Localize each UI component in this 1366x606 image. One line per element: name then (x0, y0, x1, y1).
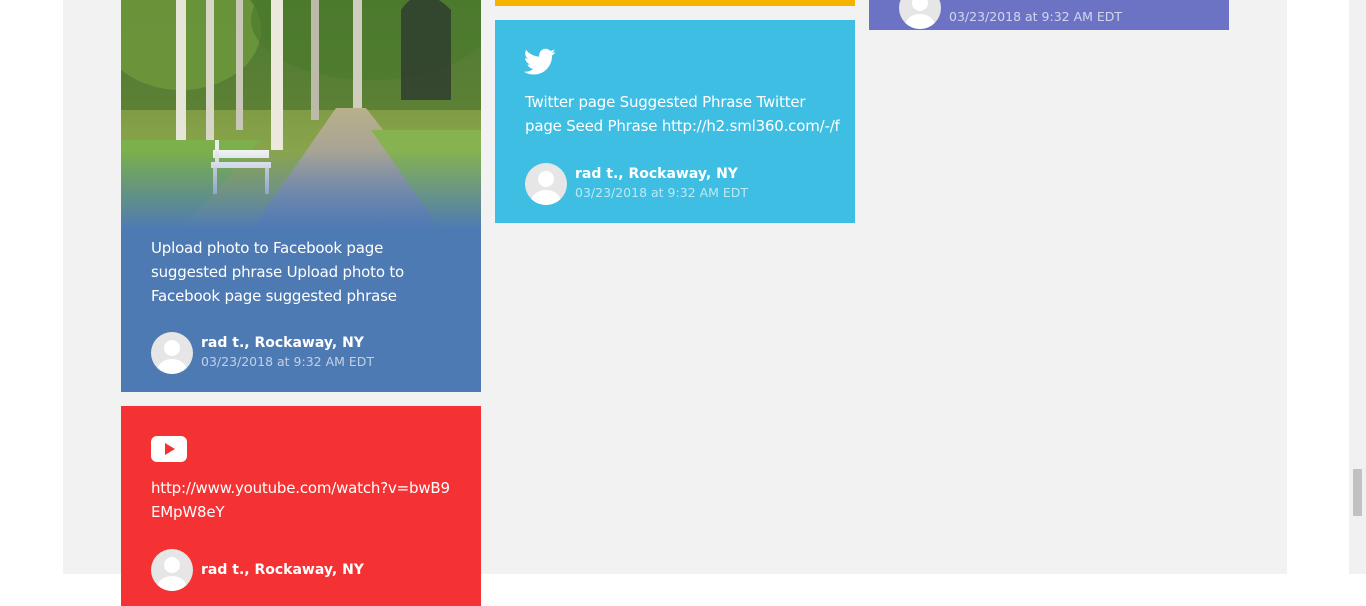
park-photo-image (121, 0, 481, 230)
post-timestamp: 03/23/2018 at 9:32 AM EDT (575, 185, 749, 200)
social-post-card-youtube[interactable]: http://www.youtube.com/watch?v=bwB9EMpW8… (121, 406, 481, 606)
post-author: 03/23/2018 at 9:32 AM EDT (899, 0, 1122, 29)
post-author: rad t., Rockaway, NY (151, 549, 364, 591)
social-post-card-yellow[interactable] (495, 0, 855, 6)
scrollbar-thumb[interactable] (1353, 469, 1362, 516)
avatar (151, 332, 193, 374)
post-text: Twitter page Suggested Phrase Twitter pa… (525, 93, 840, 135)
social-post-card-photo[interactable]: Upload photo to Facebook page suggested … (121, 0, 481, 392)
avatar (151, 549, 193, 591)
post-photo[interactable] (121, 0, 481, 230)
author-name (949, 0, 1122, 7)
author-name: rad t., Rockaway, NY (201, 562, 364, 578)
page-scrollbar[interactable] (1349, 0, 1366, 574)
post-text: http://www.youtube.com/watch?v=bwB9EMpW8… (151, 479, 450, 521)
post-timestamp: 03/23/2018 at 9:32 AM EDT (201, 354, 375, 369)
social-post-card-purple[interactable]: 03/23/2018 at 9:32 AM EDT (869, 0, 1229, 30)
avatar (525, 163, 567, 205)
post-author: rad t., Rockaway, NY 03/23/2018 at 9:32 … (151, 332, 374, 374)
author-name: rad t., Rockaway, NY (201, 335, 364, 351)
author-name: rad t., Rockaway, NY (575, 166, 738, 182)
post-timestamp: 03/23/2018 at 9:32 AM EDT (949, 9, 1123, 24)
youtube-icon (151, 436, 187, 466)
post-text: Upload photo to Facebook page suggested … (151, 239, 405, 305)
post-author: rad t., Rockaway, NY 03/23/2018 at 9:32 … (525, 163, 748, 205)
social-post-card-twitter[interactable]: Twitter page Suggested Phrase Twitter pa… (495, 20, 855, 223)
twitter-icon (523, 48, 556, 80)
avatar (899, 0, 941, 29)
